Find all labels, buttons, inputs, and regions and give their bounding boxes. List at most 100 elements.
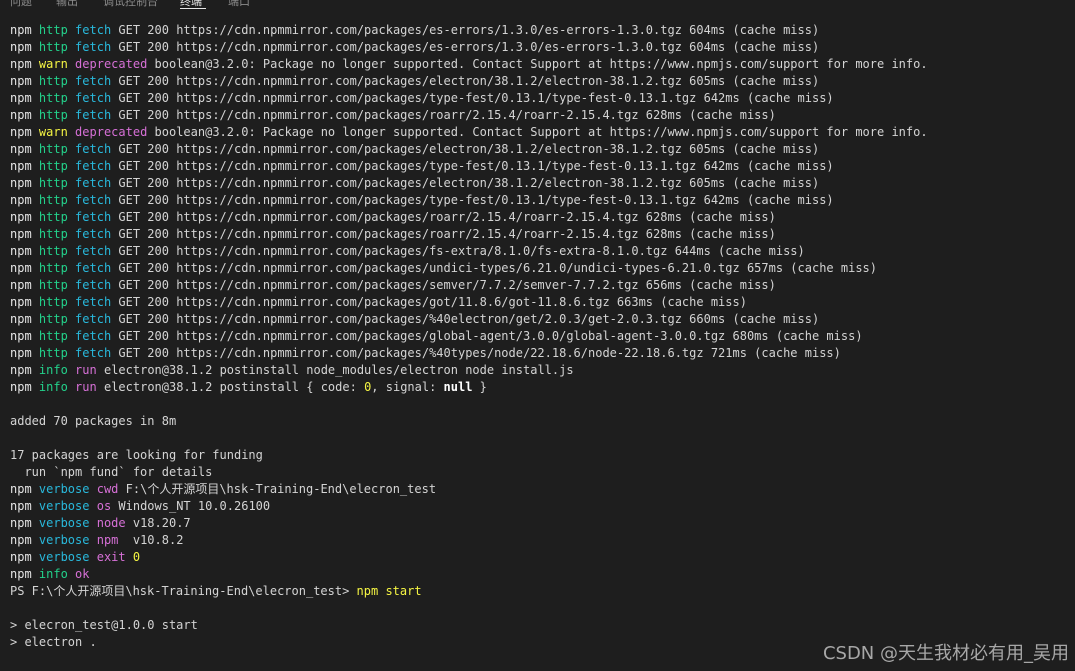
tab-debug-console[interactable]: 调试控制台 [103,0,158,9]
log-kind: fetch [75,210,112,224]
npm-prefix: npm [10,567,39,581]
panel-tab-bar: 问题 输出 调试控制台 终端 端口 [0,0,1075,10]
npm-prefix: npm [10,261,39,275]
npm-prefix: npm [10,108,39,122]
plain-output: > elecron_test@1.0.0 start [10,618,198,632]
terminal-line: npm http fetch GET 200 https://cdn.npmmi… [10,345,1070,362]
log-message: GET 200 https://cdn.npmmirror.com/packag… [118,329,863,343]
log-kind: fetch [75,91,112,105]
terminal-line: npm http fetch GET 200 https://cdn.npmmi… [10,209,1070,226]
log-level: http [38,312,68,326]
log-kind: fetch [75,159,112,173]
log-message: GET 200 https://cdn.npmmirror.com/packag… [118,108,776,122]
log-kind: exit [96,550,126,564]
npm-prefix: npm [10,516,39,530]
terminal-line: npm warn deprecated boolean@3.2.0: Packa… [10,56,1070,73]
log-kind: fetch [75,40,112,54]
npm-prefix: npm [10,312,39,326]
log-message: GET 200 https://cdn.npmmirror.com/packag… [118,74,820,88]
log-kind: fetch [75,227,112,241]
npm-prefix: npm [10,159,39,173]
log-message: GET 200 https://cdn.npmmirror.com/packag… [118,312,820,326]
terminal-line: npm http fetch GET 200 https://cdn.npmmi… [10,243,1070,260]
log-message: GET 200 https://cdn.npmmirror.com/packag… [118,176,820,190]
npm-prefix: npm [10,125,39,139]
terminal-line: > elecron_test@1.0.0 start [10,617,1070,634]
terminal-line: npm http fetch GET 200 https://cdn.npmmi… [10,192,1070,209]
log-message: GET 200 https://cdn.npmmirror.com/packag… [118,227,776,241]
npm-prefix: npm [10,482,39,496]
npm-prefix: npm [10,210,39,224]
log-kind: run [75,380,97,394]
terminal-line: PS F:\个人开源项目\hsk-Training-End\elecron_te… [10,583,1070,600]
log-level: http [38,40,68,54]
log-level: verbose [38,516,90,530]
log-message: GET 200 https://cdn.npmmirror.com/packag… [118,261,877,275]
log-kind: deprecated [75,125,148,139]
log-message: GET 200 https://cdn.npmmirror.com/packag… [118,346,841,360]
terminal-line: npm verbose os Windows_NT 10.0.26100 [10,498,1070,515]
log-level: warn [38,125,68,139]
log-level: http [38,74,68,88]
log-level: http [38,159,68,173]
terminal-line: npm verbose exit 0 [10,549,1070,566]
terminal-line: added 70 packages in 8m [10,413,1070,430]
log-kind: fetch [75,329,112,343]
log-level: http [38,108,68,122]
signal-value: null [443,380,473,394]
log-kind: node [96,516,126,530]
active-tab-indicator [180,8,206,9]
log-level: http [38,210,68,224]
watermark: CSDN @天生我材必有用_吴用 [822,643,1069,664]
log-level: http [38,176,68,190]
log-message: boolean@3.2.0: Package no longer support… [154,57,928,71]
log-level: http [38,23,68,37]
terminal-output[interactable]: npm http fetch GET 200 https://cdn.npmmi… [10,22,1070,651]
shell-command: npm start [356,584,422,598]
npm-prefix: npm [10,193,39,207]
log-level: http [38,329,68,343]
npm-prefix: npm [10,380,39,394]
log-message: GET 200 https://cdn.npmmirror.com/packag… [118,244,805,258]
terminal-line: npm http fetch GET 200 https://cdn.npmmi… [10,22,1070,39]
terminal-line: npm http fetch GET 200 https://cdn.npmmi… [10,39,1070,56]
plain-output: run `npm fund` for details [10,465,213,479]
log-message: GET 200 https://cdn.npmmirror.com/packag… [118,295,747,309]
log-kind: ok [75,567,90,581]
terminal-line: 17 packages are looking for funding [10,447,1070,464]
log-message: boolean@3.2.0: Package no longer support… [154,125,928,139]
npm-prefix: npm [10,227,39,241]
log-message: GET 200 https://cdn.npmmirror.com/packag… [118,159,834,173]
shell-prompt: PS F:\个人开源项目\hsk-Training-End\elecron_te… [10,584,357,598]
log-message: GET 200 https://cdn.npmmirror.com/packag… [118,142,820,156]
log-message: GET 200 https://cdn.npmmirror.com/packag… [118,193,834,207]
terminal-line: npm http fetch GET 200 https://cdn.npmmi… [10,90,1070,107]
log-message: electron@38.1.2 postinstall { code: [103,380,365,394]
tab-output[interactable]: 输出 [56,0,78,9]
log-kind: fetch [75,142,112,156]
npm-prefix: npm [10,40,39,54]
log-level: http [38,244,68,258]
terminal-line: npm http fetch GET 200 https://cdn.npmmi… [10,73,1070,90]
tab-problems[interactable]: 问题 [10,0,32,9]
tab-ports[interactable]: 端口 [228,0,250,9]
log-level: info [38,363,68,377]
terminal-line: run `npm fund` for details [10,464,1070,481]
log-message: } [472,380,487,394]
log-kind: deprecated [75,57,148,71]
log-message: GET 200 https://cdn.npmmirror.com/packag… [118,91,834,105]
log-kind: npm [96,533,126,547]
terminal-line: npm http fetch GET 200 https://cdn.npmmi… [10,260,1070,277]
npm-prefix: npm [10,74,39,88]
log-kind: fetch [75,23,112,37]
log-kind: fetch [75,312,112,326]
npm-prefix: npm [10,57,39,71]
terminal-line: npm http fetch GET 200 https://cdn.npmmi… [10,311,1070,328]
terminal-line: npm info ok [10,566,1070,583]
plain-output: added 70 packages in 8m [10,414,177,428]
log-level: http [38,295,68,309]
log-kind: fetch [75,74,112,88]
